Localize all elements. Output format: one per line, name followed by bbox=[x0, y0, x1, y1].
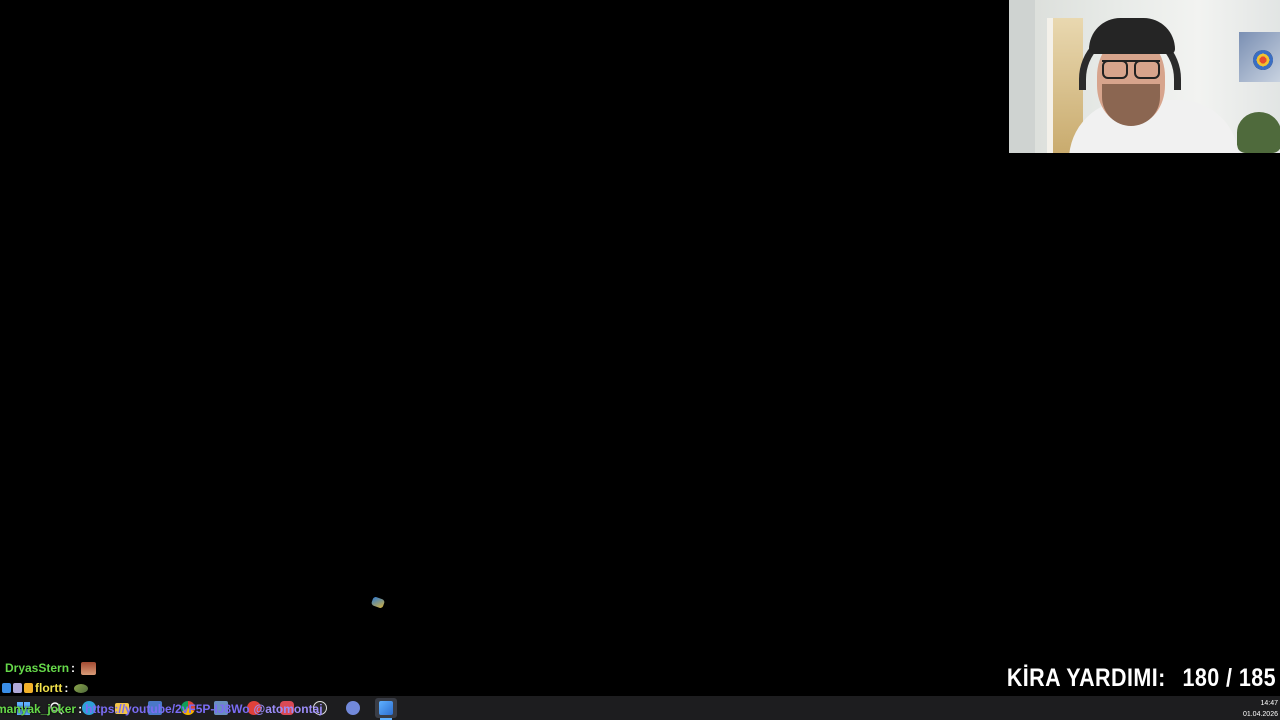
chat-separator: : bbox=[71, 661, 76, 675]
clock-date: 01.04.2026 bbox=[1242, 711, 1278, 718]
chat-message: DryasStern : bbox=[5, 658, 97, 678]
launcher-icon[interactable] bbox=[375, 698, 397, 720]
chat-separator: : bbox=[78, 702, 83, 716]
discord-icon[interactable] bbox=[342, 698, 364, 718]
counter-label: KİRA YARDIMI: bbox=[1006, 664, 1166, 692]
cap bbox=[1089, 18, 1175, 54]
chat-message: flortt : bbox=[2, 678, 89, 698]
chat-mention: @atomontaj bbox=[253, 702, 323, 716]
chat-link[interactable]: https://youtube/2vF5P-IJ8Wo bbox=[85, 699, 249, 719]
system-clock[interactable]: 14:47 01.04.2026 bbox=[1243, 698, 1278, 720]
dartboard bbox=[1253, 50, 1273, 70]
chat-username: DryasStern bbox=[5, 661, 70, 675]
webcam-overlay bbox=[1009, 0, 1280, 153]
green-emote-icon bbox=[74, 683, 89, 693]
brown-emote-icon bbox=[81, 661, 97, 675]
chat-separator: : bbox=[64, 681, 69, 695]
plant bbox=[1237, 112, 1280, 153]
chat-username: flortt bbox=[35, 681, 63, 695]
chat-username: manyak_joker bbox=[0, 702, 77, 716]
rent-counter: KİRA YARDIMI: 180 / 185 bbox=[1007, 664, 1276, 693]
glasses bbox=[1102, 60, 1160, 79]
badge-icon bbox=[13, 683, 22, 693]
counter-value: 180 / 185 bbox=[1182, 664, 1276, 692]
badge-icon bbox=[2, 683, 11, 693]
door-frame bbox=[1009, 0, 1035, 153]
mouse-cursor-icon bbox=[370, 596, 386, 609]
clock-time: 14:47 bbox=[1260, 700, 1278, 707]
badge-icon bbox=[24, 683, 33, 693]
chat-message: manyak_joker : https://youtube/2vF5P-IJ8… bbox=[0, 699, 323, 719]
